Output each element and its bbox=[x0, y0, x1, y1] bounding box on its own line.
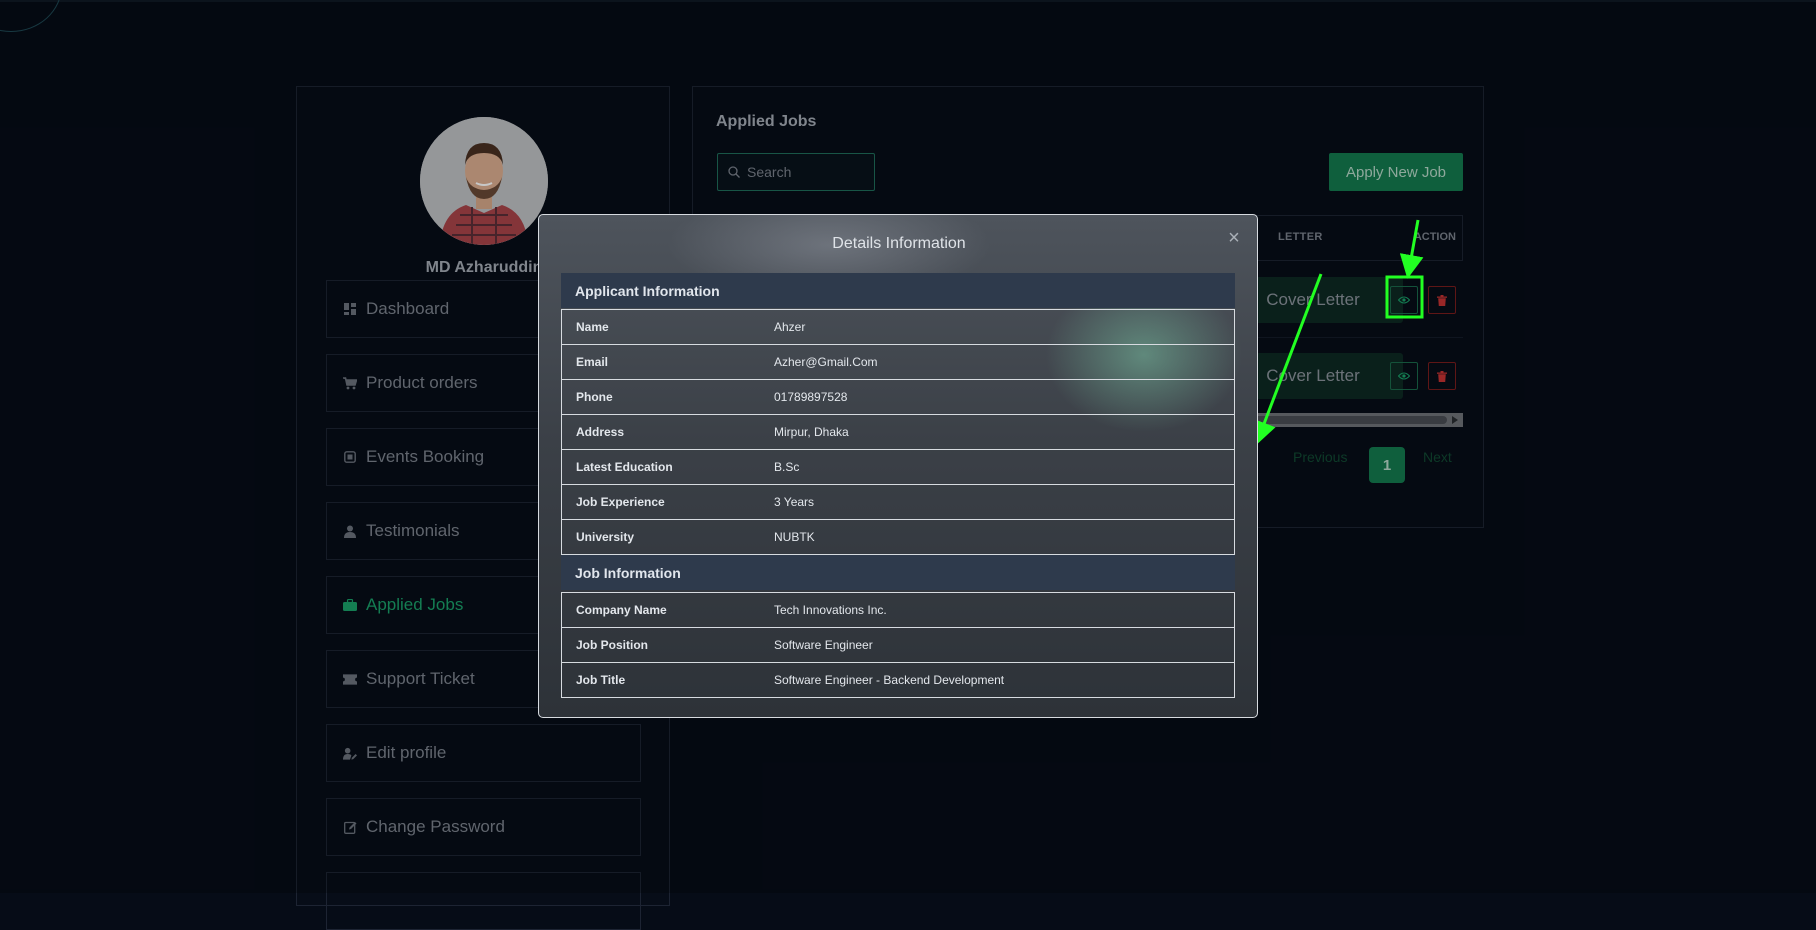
field-value: Azher@Gmail.Com bbox=[774, 344, 1235, 380]
field-label: Address bbox=[561, 414, 774, 450]
field-label: Company Name bbox=[561, 592, 774, 628]
field-label: Phone bbox=[561, 379, 774, 415]
field-value: Mirpur, Dhaka bbox=[774, 414, 1235, 450]
modal-title: Details Information bbox=[832, 235, 966, 252]
job-table: Company Name Tech Innovations Inc. Job Po… bbox=[561, 592, 1235, 698]
field-value: Software Engineer bbox=[774, 627, 1235, 663]
field-value: B.Sc bbox=[774, 449, 1235, 485]
field-value: 01789897528 bbox=[774, 379, 1235, 415]
field-label: Name bbox=[561, 309, 774, 345]
table-row: Phone 01789897528 bbox=[561, 379, 1235, 415]
field-value: 3 Years bbox=[774, 484, 1235, 520]
details-modal: Details Information × Applicant Informat… bbox=[538, 214, 1258, 718]
table-row: Email Azher@Gmail.Com bbox=[561, 344, 1235, 380]
table-row: Job Position Software Engineer bbox=[561, 627, 1235, 663]
field-label: Job Position bbox=[561, 627, 774, 663]
table-row: Address Mirpur, Dhaka bbox=[561, 414, 1235, 450]
field-label: Email bbox=[561, 344, 774, 380]
field-label: University bbox=[561, 519, 774, 555]
close-icon[interactable]: × bbox=[1225, 228, 1243, 248]
table-row: Latest Education B.Sc bbox=[561, 449, 1235, 485]
job-section-header: Job Information bbox=[561, 555, 1235, 590]
applicant-section-header: Applicant Information bbox=[561, 273, 1235, 308]
table-row: University NUBTK bbox=[561, 519, 1235, 555]
field-label: Job Experience bbox=[561, 484, 774, 520]
field-value: NUBTK bbox=[774, 519, 1235, 555]
field-value: Tech Innovations Inc. bbox=[774, 592, 1235, 628]
table-row: Job Title Software Engineer - Backend Dev… bbox=[561, 662, 1235, 698]
field-label: Job Title bbox=[561, 662, 774, 698]
table-row: Job Experience 3 Years bbox=[561, 484, 1235, 520]
field-label: Latest Education bbox=[561, 449, 774, 485]
field-value: Ahzer bbox=[774, 309, 1235, 345]
field-value: Software Engineer - Backend Development bbox=[774, 662, 1235, 698]
table-row: Name Ahzer bbox=[561, 309, 1235, 345]
table-row: Company Name Tech Innovations Inc. bbox=[561, 592, 1235, 628]
applicant-table: Name Ahzer Email Azher@Gmail.Com Phone 0178… bbox=[561, 309, 1235, 555]
